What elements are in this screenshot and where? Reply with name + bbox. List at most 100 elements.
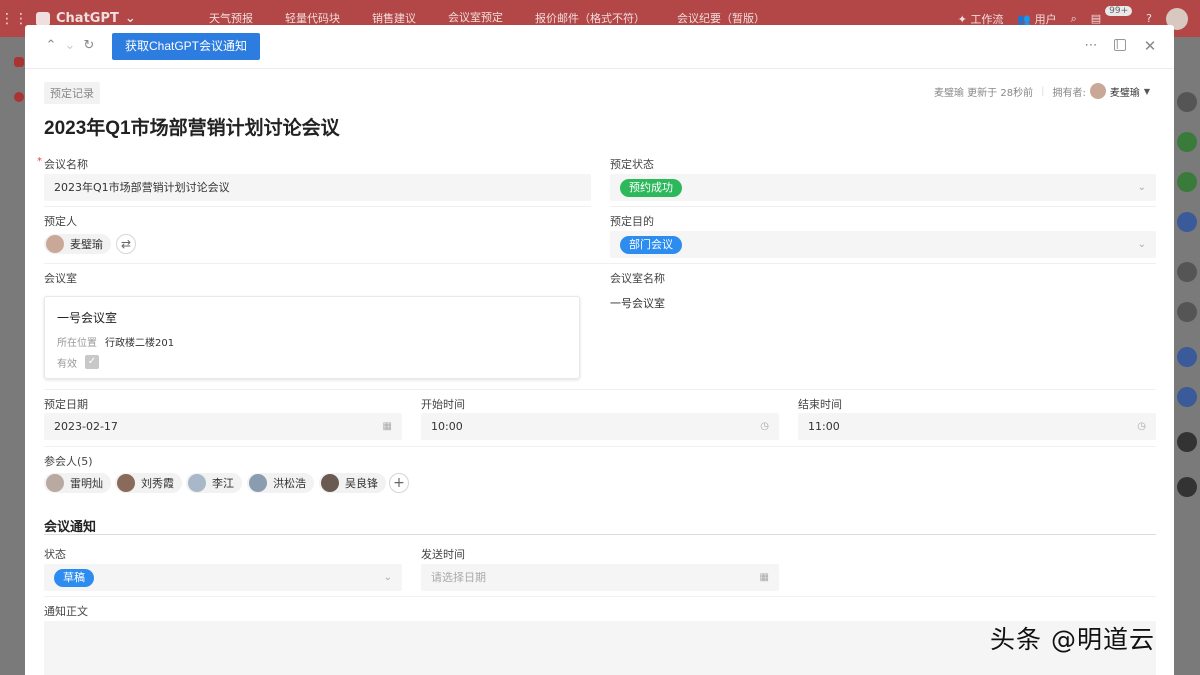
app-logo[interactable]: ChatGPT ⌄ bbox=[28, 11, 193, 26]
room-card[interactable]: 一号会议室 所在位置 行政楼二楼201 有效 ✓ bbox=[44, 296, 580, 379]
attendee-name: 李江 bbox=[212, 477, 234, 490]
attendee-name: 吴良锋 bbox=[345, 477, 378, 490]
end-time-field[interactable]: 11:00 ◷ bbox=[798, 413, 1156, 440]
meeting-name-label: * 会议名称 bbox=[37, 156, 88, 172]
sidebar-check-icon[interactable] bbox=[14, 92, 24, 102]
owner-selector[interactable]: 麦璧瑜 ▼ bbox=[1089, 83, 1150, 99]
contact-avatar[interactable] bbox=[1177, 172, 1197, 192]
valid-key: 有效 bbox=[57, 359, 77, 370]
contact-avatar[interactable] bbox=[1177, 212, 1197, 232]
start-time-label: 开始时间 bbox=[421, 398, 465, 411]
attendee-chip[interactable]: 洪松浩 bbox=[247, 473, 314, 493]
sidebar-toggle-icon[interactable]: ▏ bbox=[1114, 39, 1126, 51]
section-divider bbox=[44, 534, 1156, 535]
booker-name: 麦璧瑜 bbox=[70, 238, 103, 251]
avatar bbox=[46, 235, 64, 253]
avatar bbox=[321, 474, 339, 492]
chevron-up-icon[interactable]: ⌃ bbox=[44, 39, 58, 53]
valid-checkbox: ✓ bbox=[85, 355, 99, 369]
owner-name: 麦璧瑜 bbox=[1109, 87, 1140, 99]
app-name: ChatGPT bbox=[56, 11, 119, 26]
location-value: 行政楼二楼201 bbox=[105, 338, 175, 349]
record-type-tag: 预定记录 bbox=[44, 82, 100, 104]
room-card-name: 一号会议室 bbox=[57, 311, 118, 325]
contact-avatar[interactable] bbox=[1177, 92, 1197, 112]
chevron-down-icon: ⌄ bbox=[1137, 182, 1146, 193]
calendar-icon: ▦ bbox=[382, 421, 392, 432]
attendee-chip[interactable]: 雷明灿 bbox=[44, 473, 111, 493]
contact-avatar[interactable] bbox=[1177, 432, 1197, 452]
record-meta: 麦璧瑜 更新于 28秒前 | 拥有者: 麦璧瑜 ▼ bbox=[934, 83, 1150, 99]
location-key: 所在位置 bbox=[57, 338, 97, 349]
purpose-label: 预定目的 bbox=[610, 215, 654, 228]
calendar-icon: ▦ bbox=[759, 572, 769, 583]
watermark: 头条 @明道云 bbox=[990, 625, 1155, 654]
chevron-down-icon: ⌄ bbox=[124, 11, 136, 26]
purpose-select[interactable]: 部门会议 ⌄ bbox=[610, 231, 1156, 258]
chevron-down-icon: ⌄ bbox=[383, 572, 392, 583]
status-badge: 预约成功 bbox=[620, 179, 682, 197]
row-divider bbox=[610, 206, 1156, 207]
booking-status-label: 预定状态 bbox=[610, 158, 654, 171]
attendee-chip[interactable]: 吴良锋 bbox=[319, 473, 386, 493]
notice-section-title: 会议通知 bbox=[44, 520, 97, 535]
contact-avatar[interactable] bbox=[1177, 477, 1197, 497]
purpose-badge: 部门会议 bbox=[620, 236, 682, 254]
swap-user-icon[interactable]: ⇄ bbox=[116, 234, 136, 254]
chevron-down-icon[interactable]: ⌄ bbox=[63, 39, 77, 53]
attendee-name: 雷明灿 bbox=[70, 477, 103, 490]
meeting-name-label-text: 会议名称 bbox=[44, 158, 88, 171]
send-time-label: 发送时间 bbox=[421, 548, 465, 561]
room-name-value: 一号会议室 bbox=[610, 297, 665, 310]
search-icon[interactable]: ⌕ bbox=[1071, 12, 1077, 26]
close-icon[interactable]: ✕ bbox=[1143, 39, 1157, 54]
notice-status-label: 状态 bbox=[44, 548, 66, 561]
apps-grid-icon[interactable]: ⋮⋮ bbox=[0, 11, 28, 27]
end-time-value: 11:00 bbox=[808, 420, 840, 433]
attendees-label: 参会人(5) bbox=[44, 455, 93, 468]
room-name-label: 会议室名称 bbox=[610, 272, 665, 285]
help-icon[interactable]: ? bbox=[1146, 12, 1152, 25]
start-time-field[interactable]: 10:00 ◷ bbox=[421, 413, 779, 440]
booking-status-select[interactable]: 预约成功 ⌄ bbox=[610, 174, 1156, 201]
row-divider bbox=[44, 389, 1156, 390]
start-time-value: 10:00 bbox=[431, 420, 463, 433]
contact-avatar[interactable] bbox=[1177, 132, 1197, 152]
contact-avatar[interactable] bbox=[1177, 302, 1197, 322]
owner-avatar bbox=[1089, 83, 1106, 99]
send-time-placeholder: 请选择日期 bbox=[431, 571, 486, 584]
row-divider bbox=[44, 263, 1156, 264]
sidebar-app-icon[interactable] bbox=[14, 57, 24, 67]
get-chatgpt-notice-button[interactable]: 获取ChatGPT会议通知 bbox=[112, 33, 261, 60]
date-label: 预定日期 bbox=[44, 398, 88, 411]
notification-badge: 99+ bbox=[1105, 5, 1133, 16]
left-sidebar bbox=[0, 37, 25, 675]
clock-icon: ◷ bbox=[1137, 421, 1146, 432]
row-divider bbox=[44, 206, 591, 207]
modal-toolbar: ⌃ ⌄ ↻ 获取ChatGPT会议通知 ⋯ ▏ ✕ bbox=[25, 25, 1174, 69]
clock-icon: ◷ bbox=[760, 421, 769, 432]
more-icon[interactable]: ⋯ bbox=[1084, 39, 1098, 53]
end-time-label: 结束时间 bbox=[798, 398, 842, 411]
date-field[interactable]: 2023-02-17 ▦ bbox=[44, 413, 402, 440]
avatar bbox=[46, 474, 64, 492]
notifications-icon[interactable]: ▤ bbox=[1091, 12, 1101, 25]
contact-avatar[interactable] bbox=[1177, 387, 1197, 407]
updated-text: 麦璧瑜 更新于 28秒前 bbox=[934, 87, 1034, 99]
avatar bbox=[249, 474, 267, 492]
avatar bbox=[188, 474, 206, 492]
notice-status-select[interactable]: 草稿 ⌄ bbox=[44, 564, 402, 591]
attendee-chip[interactable]: 刘秀霞 bbox=[115, 473, 182, 493]
app-logo-icon bbox=[36, 11, 50, 26]
required-marker: * bbox=[37, 156, 42, 167]
refresh-icon[interactable]: ↻ bbox=[82, 39, 96, 53]
booker-chip[interactable]: 麦璧瑜 bbox=[44, 234, 111, 254]
send-time-field[interactable]: 请选择日期 ▦ bbox=[421, 564, 779, 591]
add-attendee-icon[interactable]: + bbox=[389, 473, 409, 493]
contact-avatar[interactable] bbox=[1177, 262, 1197, 282]
contact-avatar[interactable] bbox=[1177, 347, 1197, 367]
meeting-name-field[interactable]: 2023年Q1市场部营销计划讨论会议 bbox=[44, 174, 591, 201]
attendee-chip[interactable]: 李江 bbox=[186, 473, 242, 493]
attendee-name: 刘秀霞 bbox=[141, 477, 174, 490]
meta-divider: | bbox=[1041, 85, 1045, 97]
